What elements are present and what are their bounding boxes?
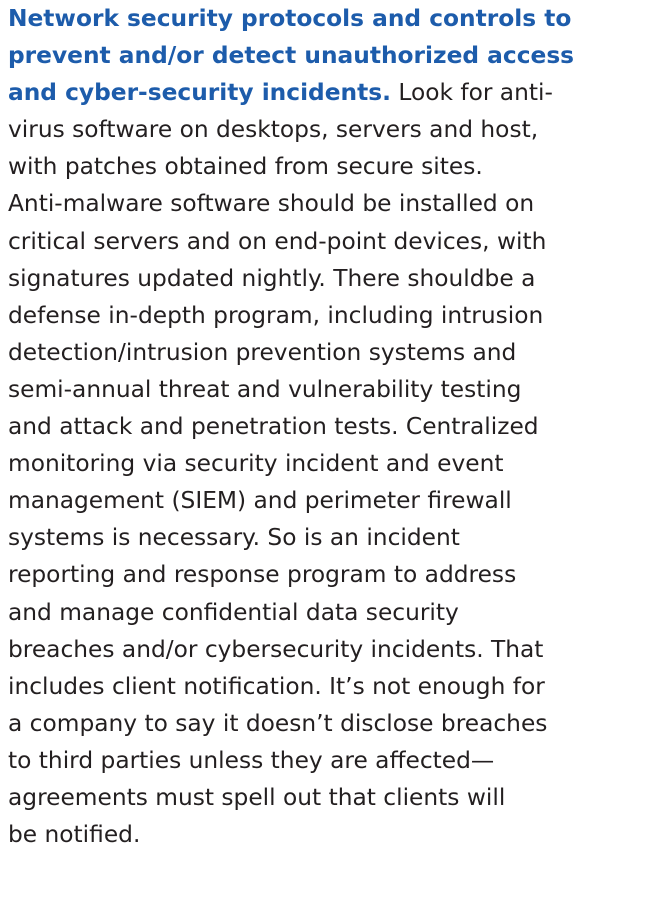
body-line: semi-annual threat and vulnerability tes… [8, 375, 522, 403]
body-line: virus software on desktops, servers and … [8, 116, 539, 144]
body-line: reporting and response program to addres… [8, 561, 517, 589]
article-section: Network security protocols and controls … [0, 0, 649, 912]
body-line: defense in-depth program, including intr… [8, 301, 544, 329]
body-line: Anti-malware software should be installe… [8, 190, 535, 218]
lead-heading-text: prevent and/or detect unauthorized acces… [8, 42, 575, 70]
body-line: critical servers and on end-point device… [8, 227, 547, 255]
body-line: breaches and/or cybersecurity incidents.… [8, 635, 544, 663]
body-line: signatures updated nightly. There should… [8, 264, 536, 292]
lead-heading-text: and cyber-security incidents. [8, 79, 391, 107]
body-line: to third parties unless they are affecte… [8, 746, 495, 774]
body-line: includes client notification. It’s not e… [8, 672, 545, 700]
paragraph-line: prevent and/or detect unauthorized acces… [8, 37, 649, 74]
paragraph-line: Network security protocols and controls … [8, 0, 649, 37]
lead-heading-text: Network security protocols and controls … [8, 5, 572, 32]
body-line: systems is necessary. So is an incident [8, 524, 460, 552]
paragraph-line: and cyber-security incidents. Look for a… [8, 74, 649, 111]
body-line: monitoring via security incident and eve… [8, 450, 504, 478]
body-text: Look for anti- [390, 79, 553, 107]
body-line: a company to say it doesn’t disclose bre… [8, 709, 548, 737]
body-line: detection/intrusion prevention systems a… [8, 338, 517, 366]
body-line: agreements must spell out that clients w… [8, 783, 506, 811]
body-line: with patches obtained from secure sites. [8, 153, 483, 181]
body-line: management (SIEM) and perimeter firewall [8, 487, 512, 515]
network-security-paragraph: Network security protocols and controls … [8, 0, 649, 853]
body-line: be notified. [8, 821, 141, 849]
body-line: and manage confidential data security [8, 598, 459, 626]
body-line: and attack and penetration tests. Centra… [8, 413, 539, 441]
